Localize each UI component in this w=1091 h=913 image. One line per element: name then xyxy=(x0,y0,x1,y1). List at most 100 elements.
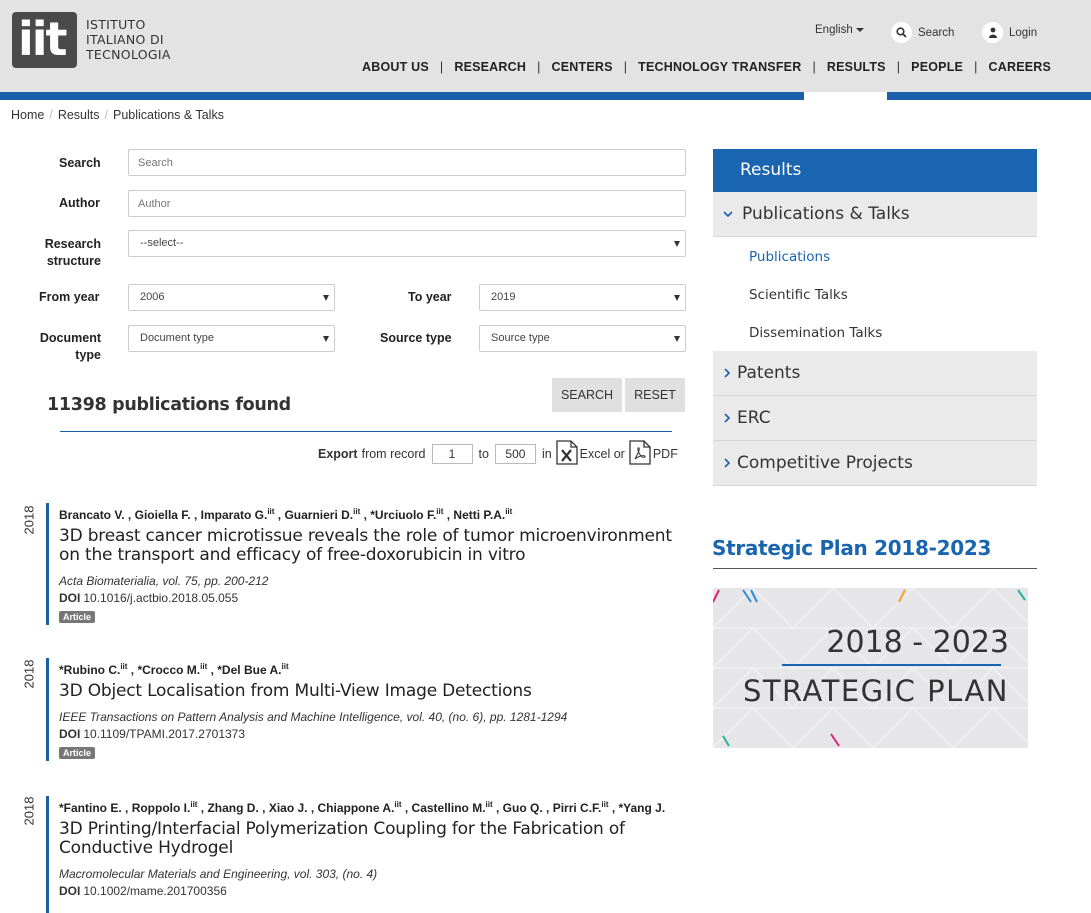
nav-item-centers[interactable]: CENTERS xyxy=(552,60,613,74)
research-structure-select[interactable]: --select-- xyxy=(128,230,686,257)
author-link[interactable]: *Crocco M. xyxy=(137,663,200,677)
nav-separator: | xyxy=(537,60,541,74)
nav-item-research[interactable]: RESEARCH xyxy=(454,60,526,74)
chevron-down-icon xyxy=(723,192,733,238)
author-link[interactable]: Guo Q. xyxy=(503,801,543,815)
publication-doi: DOI 10.1109/TPAMI.2017.2701373 xyxy=(59,726,686,743)
nav-separator: | xyxy=(623,60,628,74)
chevron-right-icon xyxy=(723,441,731,487)
nav-active-indicator xyxy=(804,92,887,100)
author-link[interactable]: Castellino M. xyxy=(412,801,486,815)
excel-export-link[interactable]: Excel or xyxy=(580,447,625,461)
chevron-right-icon xyxy=(723,351,731,397)
header-search-button[interactable]: Search xyxy=(891,22,954,43)
nav-separator: | xyxy=(439,60,444,74)
sidebar-subitem-dissemination-talks[interactable]: Dissemination Talks xyxy=(749,325,882,341)
iit-affiliation-mark: iit xyxy=(353,507,361,516)
nav-item-about-us[interactable]: ABOUT US xyxy=(362,60,429,74)
author-link[interactable]: Chiappone A. xyxy=(318,801,395,815)
author-link[interactable]: *Yang J. xyxy=(619,801,666,815)
export-from-input[interactable]: 1 xyxy=(431,444,473,464)
doi-link[interactable]: 10.1109/TPAMI.2017.2701373 xyxy=(83,727,245,741)
sidebar-subitem-scientific-talks[interactable]: Scientific Talks xyxy=(749,287,848,303)
iit-logo[interactable]: iit ISTITUTO ITALIANO DI TECNOLOGIA xyxy=(12,12,171,68)
author-link[interactable]: Brancato V. xyxy=(59,508,125,522)
nav-item-people[interactable]: PEOPLE xyxy=(911,60,963,74)
author-input[interactable] xyxy=(128,190,686,217)
strategic-years-text: 2018 - 2023 xyxy=(826,625,1009,660)
publication-type-badge: Article xyxy=(59,611,96,623)
nav-separator: | xyxy=(812,60,816,74)
strategic-plan-divider xyxy=(713,568,1037,569)
search-button[interactable]: SEARCH xyxy=(552,378,622,412)
author-link[interactable]: Imparato G. xyxy=(201,508,268,522)
dropdown-arrow-icon xyxy=(323,295,329,301)
logo-mark: iit xyxy=(12,12,77,68)
iit-affiliation-mark: iit xyxy=(281,662,289,671)
iit-affiliation-mark: iit xyxy=(394,800,402,809)
pdf-export-link[interactable]: PDF xyxy=(653,447,678,461)
nav-separator: | xyxy=(974,60,978,74)
author-link[interactable]: *Urciuolo F. xyxy=(370,508,436,522)
publication-title[interactable]: 3D Object Localisation from Multi-View I… xyxy=(59,682,686,701)
select-value: Document type xyxy=(140,332,214,344)
pdf-file-icon[interactable] xyxy=(629,440,651,468)
nav-item-technology-transfer[interactable]: TECHNOLOGY TRANSFER xyxy=(638,60,801,74)
sidebar-item-erc[interactable]: ERC xyxy=(713,396,1037,441)
excel-file-icon[interactable] xyxy=(556,440,578,468)
sidebar-item-competitive-projects[interactable]: Competitive Projects xyxy=(713,441,1037,486)
author-link[interactable]: *Rubino C. xyxy=(59,663,120,677)
export-to-text: to xyxy=(478,447,489,461)
search-label: Search xyxy=(918,26,955,39)
login-button[interactable]: Login xyxy=(982,22,1037,43)
author-link[interactable]: Zhang D. xyxy=(207,801,258,815)
sidebar-item-patents[interactable]: Patents xyxy=(713,351,1037,396)
publication-authors: *Fantino E. , Roppolo I.iit , Zhang D. ,… xyxy=(59,800,666,815)
strategic-plan-banner[interactable]: 2018 - 2023 STRATEGIC PLAN xyxy=(713,588,1028,748)
breadcrumb-results[interactable]: Results xyxy=(58,108,100,122)
nav-item-results[interactable]: RESULTS xyxy=(827,60,886,74)
source-type-select[interactable]: Source type xyxy=(479,325,686,352)
doi-link[interactable]: 10.1002/mame.201700356 xyxy=(83,884,226,898)
from-year-select[interactable]: 2006 xyxy=(128,284,335,311)
reset-button[interactable]: RESET xyxy=(625,378,685,412)
nav-item-careers[interactable]: CAREERS xyxy=(989,60,1052,74)
select-value: 2006 xyxy=(140,291,165,303)
iit-affiliation-mark: iit xyxy=(267,507,275,516)
login-label: Login xyxy=(1009,26,1038,39)
language-selector[interactable]: English xyxy=(815,24,864,36)
search-input[interactable] xyxy=(128,149,686,176)
sidebar-header[interactable]: Results xyxy=(713,149,1037,192)
breadcrumb-separator: / xyxy=(104,108,108,122)
document-type-select[interactable]: Document type xyxy=(128,325,335,352)
author-link[interactable]: Xiao J. xyxy=(269,801,308,815)
dropdown-arrow-icon xyxy=(674,295,680,301)
strategic-plan-title[interactable]: Strategic Plan 2018-2023 xyxy=(712,536,991,560)
author-link[interactable]: Pirri C.F. xyxy=(553,801,602,815)
select-value: 2019 xyxy=(491,291,516,303)
export-to-input[interactable]: 500 xyxy=(494,444,536,464)
to-year-select[interactable]: 2019 xyxy=(479,284,686,311)
author-link[interactable]: Netti P.A. xyxy=(453,508,505,522)
author-link[interactable]: Guarnieri D. xyxy=(284,508,353,522)
publication-authors: Brancato V. , Gioiella F. , Imparato G.i… xyxy=(59,507,513,522)
author-link[interactable]: *Del Bue A. xyxy=(217,663,281,677)
logo-text: ISTITUTO ITALIANO DI TECNOLOGIA xyxy=(86,17,171,62)
author-link[interactable]: *Fantino E. xyxy=(59,801,122,815)
sidebar-item-publications-talks[interactable]: Publications & Talks xyxy=(713,192,1037,237)
publication-title[interactable]: 3D Printing/Interfacial Polymerization C… xyxy=(59,820,686,858)
sidebar-item-label: Publications & Talks xyxy=(742,204,910,224)
sidebar-subitem-publications[interactable]: Publications xyxy=(749,249,830,265)
author-link[interactable]: Roppolo I. xyxy=(132,801,191,815)
breadcrumb-separator: / xyxy=(49,108,53,122)
nav-separator: | xyxy=(896,60,901,74)
dropdown-arrow-icon xyxy=(674,336,680,342)
iit-affiliation-mark: iit xyxy=(436,507,444,516)
doi-link[interactable]: 10.1016/j.actbio.2018.05.055 xyxy=(83,591,238,605)
author-link[interactable]: Gioiella F. xyxy=(135,508,191,522)
document-type-label: Document type xyxy=(30,330,101,364)
publication-title[interactable]: 3D breast cancer microtissue reveals the… xyxy=(59,527,686,565)
dropdown-arrow-icon xyxy=(674,241,680,247)
publication-journal: IEEE Transactions on Pattern Analysis an… xyxy=(59,710,568,724)
breadcrumb-home[interactable]: Home xyxy=(11,108,44,122)
